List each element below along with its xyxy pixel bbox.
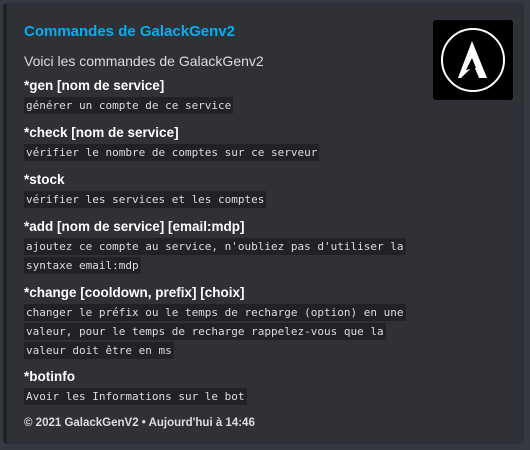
command-description: générer un compte de ce service (24, 96, 414, 115)
command-code: ajoutez ce compte au service, n'oubliez … (24, 238, 406, 274)
command-name: *change [cooldown, prefix] [choix] (24, 285, 245, 300)
command-code: générer un compte de ce service (24, 97, 234, 114)
embed-card: Commandes de GalackGenv2 Voici les comma… (3, 3, 524, 444)
command-description: Avoir les Informations sur le bot (24, 387, 414, 406)
command-description: vérifier les services et les comptes (24, 190, 414, 209)
command-name: *gen [nom de service] (24, 78, 165, 93)
command-name: *check [nom de service] (24, 125, 179, 140)
command-name: *stock (24, 172, 65, 187)
command-name: *botinfo (24, 369, 75, 384)
embed-footer: © 2021 GalackGenV2 • Aujourd'hui à 14:46 (24, 417, 255, 429)
command-name: *add [nom de service] [email:mdp] (24, 219, 245, 234)
command-code: Avoir les Informations sur le bot (24, 388, 247, 405)
galack-logo-icon (441, 28, 505, 92)
command-code: vérifier le nombre de comptes sur ce ser… (24, 144, 320, 161)
embed-description: Voici les commandes de GalackGenv2 (24, 53, 264, 69)
command-code: changer le préfix ou le temps de recharg… (24, 304, 406, 359)
command-code: vérifier les services et les comptes (24, 191, 267, 208)
embed-thumbnail[interactable] (433, 20, 513, 100)
command-description: ajoutez ce compte au service, n'oubliez … (24, 237, 414, 275)
command-description: changer le préfix ou le temps de recharg… (24, 303, 414, 360)
command-description: vérifier le nombre de comptes sur ce ser… (24, 143, 414, 162)
embed-title: Commandes de GalackGenv2 (24, 23, 235, 40)
